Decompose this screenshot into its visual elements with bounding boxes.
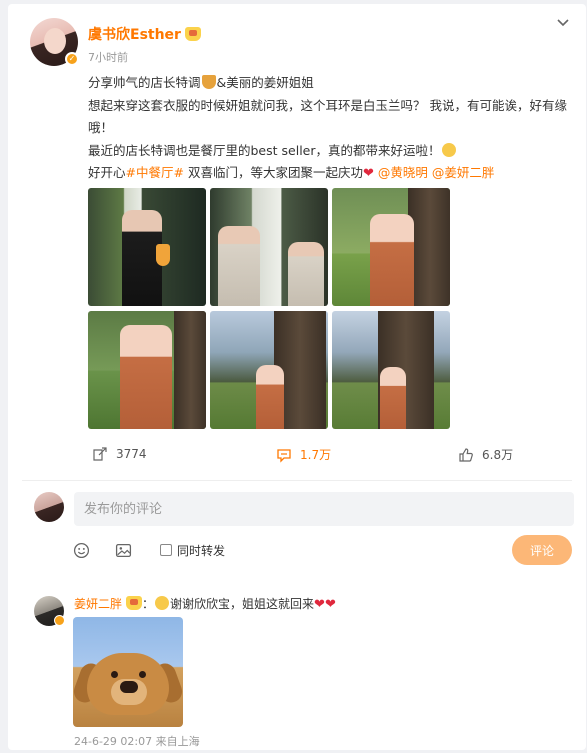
post-actions: 3774 1.7万 6.8万 (88, 444, 528, 466)
like-button[interactable]: 6.8万 (458, 446, 513, 463)
post-photo[interactable] (88, 188, 206, 306)
current-user-avatar (34, 492, 64, 522)
author-name[interactable]: 虞书欣Esther (88, 27, 181, 43)
post-photo[interactable] (210, 311, 328, 429)
heart-emoji-icon: ❤❤ (314, 597, 336, 612)
mention-link[interactable]: @黄晓明 (378, 165, 428, 180)
post-photo[interactable] (88, 311, 206, 429)
post-line-1: 分享帅气的店长特调 &美丽的姜妍姐姐 (88, 75, 314, 90)
chevron-down-icon[interactable] (555, 14, 571, 30)
cocktail-emoji-icon (201, 75, 216, 89)
photo-grid (88, 188, 452, 430)
author-name-row: 虞书欣Esther (88, 24, 201, 44)
repost-checkbox[interactable] (160, 544, 172, 556)
mention-link[interactable]: @姜妍二胖 (432, 165, 495, 180)
hashtag-link[interactable]: #中餐厅# (126, 165, 184, 180)
comment-icon (277, 448, 291, 463)
comment-image[interactable] (73, 617, 183, 727)
post-time[interactable]: 7小时前 (88, 49, 128, 65)
verified-badge-icon (54, 615, 65, 626)
emoji-icon (155, 596, 170, 610)
divider (22, 480, 572, 481)
comment-count: 1.7万 (300, 448, 332, 462)
crown-badge-icon (184, 27, 201, 41)
repost-icon (93, 447, 107, 461)
like-icon (459, 447, 473, 462)
post-body: 分享帅气的店长特调 &美丽的姜妍姐姐 想起来穿这套衣服的时候妍姐就问我，这个耳环是… (88, 72, 568, 186)
post-line-2: 想起来穿这套衣服的时候妍姐就问我，这个耳环是白玉兰吗？ 我说，有可能诶，好有缘哦… (88, 97, 567, 136)
repost-count: 3774 (116, 447, 147, 461)
emoji-icon[interactable] (73, 542, 90, 559)
comment-content: 姜妍二胖：谢谢欣欣宝，姐姐这就回来❤❤ (74, 596, 336, 612)
comment-text: 谢谢欣欣宝，姐姐这就回来 (170, 597, 315, 611)
post-photo[interactable] (210, 188, 328, 306)
weibo-post-card: ✓ 虞书欣Esther 7小时前 分享帅气的店长特调 &美丽的姜妍姐姐 想起来穿这… (8, 4, 586, 750)
verified-badge-icon: ✓ (65, 52, 79, 66)
crown-badge-icon (126, 596, 143, 610)
submit-comment-button[interactable]: 评论 (512, 535, 572, 565)
post-line-4: 好开心#中餐厅# 双喜临门，等大家团聚一起庆功❤ @黄晓明 @姜妍二胖 (88, 165, 495, 181)
heart-emoji-icon: ❤ (362, 166, 374, 181)
repost-checkbox-label[interactable]: 同时转发 (177, 542, 225, 559)
like-count: 6.8万 (482, 448, 514, 462)
post-photo[interactable] (332, 188, 450, 306)
comment-author[interactable]: 姜妍二胖 (74, 597, 122, 611)
repost-button[interactable]: 3774 (92, 446, 147, 462)
image-icon[interactable] (115, 542, 132, 559)
post-photo[interactable] (332, 311, 450, 429)
comment-input[interactable] (74, 492, 574, 526)
comment-meta: 24-6-29 02:07 来自上海 (74, 735, 200, 748)
comment-button[interactable]: 1.7万 (276, 446, 331, 463)
post-line-3: 最近的店长特调也是餐厅里的best seller，真的都带来好运啦！ (88, 140, 568, 163)
smile-emoji-icon (441, 142, 456, 157)
